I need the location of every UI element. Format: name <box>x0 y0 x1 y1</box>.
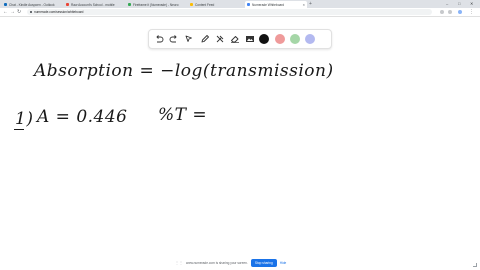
image-icon[interactable] <box>244 33 256 45</box>
tab-favicon-icon <box>190 3 193 6</box>
color-swatch-blue[interactable] <box>305 34 316 44</box>
reload-icon[interactable]: ↻ <box>17 9 21 16</box>
tools-icon[interactable] <box>214 33 226 45</box>
tab-label: Fireframe it (Numerade) - Neuro <box>133 2 179 7</box>
drag-handle-icon[interactable]: ⋮⋮ <box>175 260 183 265</box>
problem-number-mark <box>14 129 24 130</box>
close-window-button[interactable]: ✕ <box>470 0 473 7</box>
extension-icon[interactable] <box>448 10 452 14</box>
address-bar-row: ← → ↻ numerade.com/session/whiteboard ⋮ <box>0 8 480 17</box>
undo-icon[interactable] <box>153 33 165 45</box>
screen-share-bar: ⋮⋮ www.numerade.com is sharing your scre… <box>175 257 295 268</box>
color-swatch-black[interactable] <box>259 34 270 44</box>
tab-label: Numerade Whiteboard <box>252 2 285 7</box>
tab-label: Raw Account's School - mobile <box>71 2 115 7</box>
whiteboard-toolbar <box>148 29 332 49</box>
tab-favicon-icon <box>66 3 69 6</box>
stop-sharing-button[interactable]: Stop sharing <box>250 258 277 267</box>
lock-icon <box>30 11 32 13</box>
new-tab-button[interactable]: + <box>309 1 312 7</box>
browser-tab[interactable]: Chat - Kindle Auspoen - Outlook <box>2 1 62 8</box>
tab-label: Content Feed <box>195 2 215 7</box>
address-input[interactable]: numerade.com/session/whiteboard <box>27 9 432 15</box>
handwritten-percent-transmission: %T = <box>158 105 208 125</box>
handwritten-definition: Absorption = −log(transmission) <box>34 61 334 81</box>
color-swatch-green[interactable] <box>289 34 300 44</box>
url-text: numerade.com/session/whiteboard <box>34 10 84 14</box>
browser-tab-active[interactable]: Numerade Whiteboard ✕ <box>245 1 307 8</box>
whiteboard-canvas[interactable]: Absorption = −log(transmission) 1) A = 0… <box>0 17 480 257</box>
handwritten-absorbance: A = 0.446 <box>37 107 128 127</box>
browser-tab[interactable]: Content Feed <box>188 1 243 8</box>
tab-favicon-icon <box>247 3 250 6</box>
extension-icon[interactable] <box>440 10 444 14</box>
pen-icon[interactable] <box>199 33 211 45</box>
handwritten-problem-number: 1) <box>15 109 34 129</box>
tab-favicon-icon <box>4 3 7 6</box>
eraser-icon[interactable] <box>229 33 241 45</box>
browser-tab-strip: Chat - Kindle Auspoen - Outlook Raw Acco… <box>0 0 480 8</box>
hide-button[interactable]: Hide <box>280 261 287 265</box>
browser-tab[interactable]: Raw Account's School - mobile <box>64 1 124 8</box>
redo-icon[interactable] <box>168 33 180 45</box>
share-status-text: www.numerade.com is sharing your screen. <box>186 260 248 265</box>
minimize-button[interactable]: – <box>446 0 448 7</box>
resize-handle-icon[interactable] <box>473 263 477 267</box>
maximize-button[interactable]: □ <box>458 0 460 7</box>
back-icon[interactable]: ← <box>3 9 8 16</box>
forward-icon[interactable]: → <box>10 9 15 16</box>
tab-label: Chat - Kindle Auspoen - Outlook <box>9 2 55 7</box>
pointer-icon[interactable] <box>183 33 195 45</box>
tab-favicon-icon <box>128 3 131 6</box>
profile-avatar[interactable] <box>458 10 462 14</box>
color-swatch-red[interactable] <box>274 34 285 44</box>
tab-close-icon[interactable]: ✕ <box>302 3 305 7</box>
browser-tab[interactable]: Fireframe it (Numerade) - Neuro <box>126 1 186 8</box>
menu-icon[interactable]: ⋮ <box>469 9 474 16</box>
